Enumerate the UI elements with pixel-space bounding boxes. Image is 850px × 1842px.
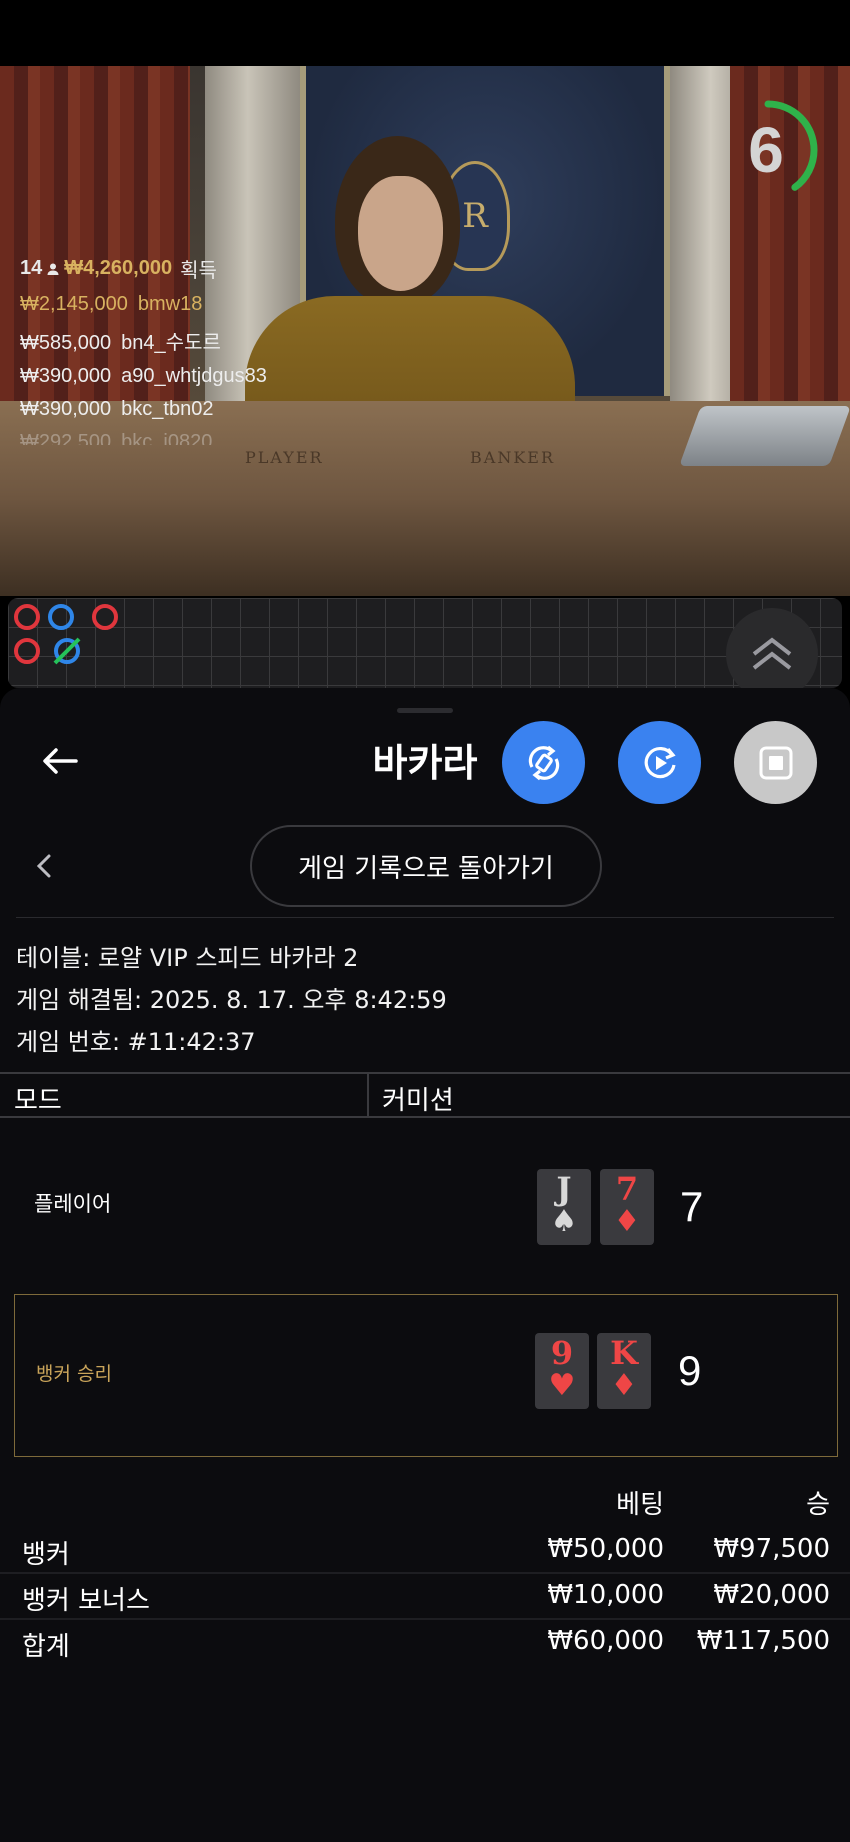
winner-row: ₩390,000 a90_whtjdgus83	[20, 365, 267, 388]
bet-label: 뱅커 보너스	[22, 1586, 150, 1616]
card-shoe	[679, 406, 850, 466]
mode-header: 모드 커미션	[0, 1072, 850, 1118]
winner-row: ₩2,145,000 bmw18	[20, 293, 267, 316]
winner-name: bmw18	[137, 293, 203, 315]
bead-road-scoreboard[interactable]	[8, 598, 842, 688]
game-number: 게임 번호: #11:42:37	[16, 1028, 256, 1056]
row-divider	[0, 1618, 850, 1620]
winner-amount: ₩585,000	[20, 332, 112, 354]
player-hand-label: 플레이어	[34, 1192, 112, 1216]
bet-label: 뱅커	[22, 1540, 70, 1570]
dealer-face	[358, 176, 443, 291]
table-label-player: PLAYER	[245, 448, 324, 467]
previous-button[interactable]	[26, 848, 62, 884]
diamond-icon: ♦	[610, 1368, 638, 1403]
road-banker-mark	[92, 604, 118, 630]
bet-row: 뱅커 보너스 ₩10,000 ₩20,000	[0, 1576, 850, 1620]
banker-score: 9	[678, 1347, 702, 1394]
mode-value: 커미션	[382, 1086, 454, 1116]
divider	[16, 917, 834, 918]
win-amount: ₩97,500	[713, 1534, 830, 1564]
road-banker-mark	[14, 604, 40, 630]
winner-name: a90_whtjdgus83	[121, 365, 267, 387]
bet-amount: ₩10,000	[547, 1580, 664, 1610]
table-label-banker: BANKER	[470, 448, 555, 467]
total-row: 합계 ₩60,000 ₩117,500	[0, 1622, 850, 1666]
bet-column-header: 베팅	[616, 1490, 664, 1520]
banker-card: 9 ♥	[535, 1333, 589, 1409]
banker-card: K ♦	[597, 1333, 651, 1409]
expand-roadmap-button[interactable]	[726, 608, 818, 700]
bet-amount: ₩50,000	[547, 1534, 664, 1564]
winner-name: bkc_tbn02	[121, 398, 214, 420]
switch-view-button[interactable]	[502, 721, 585, 804]
game-resolved-time: 게임 해결됨: 2025. 8. 17. 오후 8:42:59	[16, 986, 447, 1014]
player-card: J ♠	[537, 1169, 591, 1245]
winners-list: 14 ₩4,260,000 획득 ₩2,145,000 bmw18 ₩585,00…	[20, 254, 267, 445]
road-banker-mark	[14, 638, 40, 664]
win-column-header: 승	[806, 1490, 830, 1520]
mode-label: 모드	[14, 1086, 62, 1116]
winners-total: 14 ₩4,260,000 획득	[20, 254, 267, 283]
status-bar	[0, 0, 850, 66]
spade-icon: ♠	[550, 1204, 578, 1239]
panel-drag-handle[interactable]	[397, 708, 453, 713]
card-rank: K	[610, 1334, 638, 1372]
winner-amount: ₩292,500	[20, 431, 112, 445]
total-label: 합계	[22, 1632, 70, 1662]
winner-row: ₩585,000 bn4_수도르	[20, 326, 267, 355]
swap-rotate-icon	[528, 745, 559, 780]
row-divider	[0, 1572, 850, 1574]
winners-total-label: 획득	[180, 260, 217, 282]
double-chevron-up-icon	[752, 637, 792, 670]
player-card: 7 ♦	[600, 1169, 654, 1245]
person-icon	[47, 263, 59, 275]
total-bet-amount: ₩60,000	[547, 1626, 664, 1656]
page-title: 바카라	[372, 741, 478, 785]
countdown-number: 6	[748, 114, 784, 186]
player-score: 7	[680, 1183, 704, 1230]
heart-icon: ♥	[548, 1368, 576, 1403]
winners-total-amount: ₩4,260,000	[64, 257, 173, 279]
card-rank: J	[556, 1170, 572, 1208]
winner-amount: ₩390,000	[20, 365, 112, 387]
banker-win-label: 뱅커 승리	[36, 1363, 112, 1385]
card-rank: 9	[550, 1334, 574, 1372]
stop-square-icon	[759, 746, 792, 779]
winner-amount: ₩390,000	[20, 398, 112, 420]
chevron-left-icon	[36, 854, 51, 878]
back-button[interactable]	[34, 735, 86, 787]
winner-row: ₩390,000 bkc_tbn02	[20, 398, 267, 421]
road-player-mark	[48, 604, 74, 630]
column-separator	[367, 1074, 369, 1116]
win-amount: ₩20,000	[713, 1580, 830, 1610]
winner-name: bkc_j0820	[121, 431, 213, 445]
banker-winner-box	[14, 1294, 838, 1457]
winner-amount: ₩2,145,000	[20, 293, 128, 315]
diamond-icon: ♦	[613, 1204, 641, 1239]
table-name: 테이블: 로얄 VIP 스피드 바카라 2	[16, 944, 359, 972]
back-to-history-button[interactable]: 게임 기록으로 돌아가기	[250, 825, 602, 907]
arrow-left-icon	[43, 748, 78, 774]
winner-count: 14	[20, 257, 43, 279]
winner-name: bn4_수도르	[121, 332, 221, 354]
stop-button[interactable]	[734, 721, 817, 804]
winner-row: ₩292,500 bkc_j0820	[20, 431, 267, 445]
replay-play-icon	[644, 746, 676, 778]
replay-video-button[interactable]	[618, 721, 701, 804]
card-rank: 7	[615, 1170, 639, 1208]
bet-row: 뱅커 ₩50,000 ₩97,500	[0, 1530, 850, 1574]
total-win-amount: ₩117,500	[696, 1626, 830, 1656]
